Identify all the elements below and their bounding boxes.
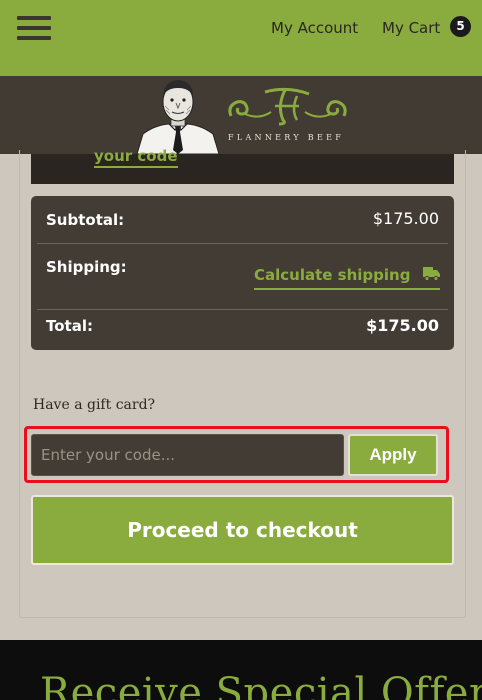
my-account-link[interactable]: My Account [271, 19, 358, 37]
total-label: Total: [46, 317, 93, 335]
subtotal-value: $175.00 [372, 209, 439, 228]
gift-card-prompt: Have a gift card? [33, 397, 156, 413]
subtotal-label: Subtotal: [46, 211, 125, 229]
flannery-monogram-icon [228, 87, 347, 126]
brand-bar [0, 76, 482, 154]
special-offers-heading: Receive Special Offers [40, 670, 482, 700]
hamburger-menu-icon[interactable] [17, 16, 51, 40]
cart-count-badge: 5 [450, 16, 471, 37]
newsletter-footer: Receive Special Offers [0, 640, 482, 700]
divider [37, 243, 448, 244]
apply-gift-card-button[interactable]: Apply [348, 434, 438, 476]
my-cart-link[interactable]: My Cart [382, 19, 440, 37]
shipping-label: Shipping: [46, 258, 127, 276]
truck-icon [423, 267, 440, 281]
gift-card-code-input[interactable] [31, 434, 344, 476]
divider [37, 309, 448, 310]
total-value: $175.00 [366, 316, 439, 335]
coupon-code-link[interactable]: your code [94, 147, 178, 168]
butcher-mascot-icon[interactable] [133, 76, 223, 154]
proceed-to-checkout-button[interactable]: Proceed to checkout [31, 495, 454, 565]
brand-name: FLANNERY BEEF [228, 133, 345, 142]
calculate-shipping-label: Calculate shipping [254, 266, 411, 284]
calculate-shipping-link[interactable]: Calculate shipping [254, 266, 440, 290]
top-nav-bar: My Account My Cart 5 [0, 0, 482, 76]
